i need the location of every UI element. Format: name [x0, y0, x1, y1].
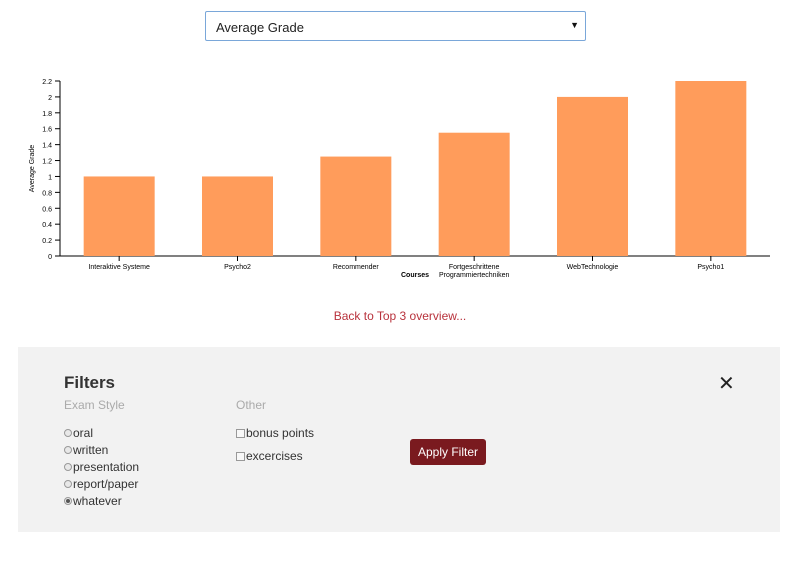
- x-tick-label: Fortgeschrittene: [449, 264, 500, 271]
- radio-label: report/paper: [73, 477, 139, 491]
- y-tick-label: 1.2: [42, 159, 52, 166]
- checkbox[interactable]: [236, 451, 245, 461]
- bar: [675, 81, 747, 256]
- bar: [83, 176, 155, 256]
- radio-button-checked[interactable]: [64, 497, 72, 505]
- y-tick-label: 0: [48, 254, 52, 261]
- chevron-down-icon: ▼: [570, 20, 579, 30]
- radio-whatever[interactable]: whatever: [64, 494, 122, 508]
- filters-title: Filters: [64, 373, 116, 392]
- y-tick-label: 0.4: [42, 222, 52, 229]
- bar: [320, 156, 392, 256]
- checkbox-bonus-points[interactable]: bonus points: [236, 426, 314, 440]
- y-tick-label: 1.4: [42, 143, 52, 150]
- bar: [438, 132, 510, 256]
- other-heading: Other: [236, 398, 267, 412]
- radio-presentation[interactable]: presentation: [64, 460, 139, 474]
- x-tick-label: Psycho1: [697, 264, 724, 271]
- close-icon[interactable]: ✕: [718, 371, 735, 396]
- checkbox-excercises[interactable]: excercises: [236, 449, 303, 463]
- apply-filter-button[interactable]: Apply Filter: [410, 439, 486, 465]
- x-tick-label: WebTechnologie: [567, 264, 619, 271]
- radio-report-paper[interactable]: report/paper: [64, 477, 138, 491]
- y-tick-label: 2: [48, 95, 52, 102]
- back-to-top3-link[interactable]: Back to Top 3 overview...: [0, 309, 800, 323]
- radio-button[interactable]: [64, 463, 72, 471]
- radio-label: written: [73, 443, 109, 457]
- y-tick-label: 0.6: [42, 206, 52, 213]
- metric-select-value: Average Grade: [216, 20, 304, 35]
- x-tick-label: Interaktive Systeme: [88, 264, 150, 271]
- radio-oral[interactable]: oral: [64, 426, 93, 440]
- x-axis-label: Courses: [401, 272, 429, 279]
- radio-label: presentation: [73, 460, 140, 474]
- y-tick-label: 1.8: [42, 111, 52, 118]
- radio-label: whatever: [73, 494, 122, 508]
- checkbox[interactable]: [236, 428, 245, 438]
- exam-style-heading: Exam Style: [64, 398, 125, 412]
- radio-button[interactable]: [64, 480, 72, 488]
- radio-button[interactable]: [64, 446, 72, 454]
- x-tick-label: Programmiertechniken: [439, 272, 510, 279]
- radio-button[interactable]: [64, 429, 72, 437]
- x-tick-label: Recommender: [333, 264, 380, 271]
- bar: [202, 176, 273, 256]
- y-axis-label: Average Grade: [29, 145, 36, 192]
- checkbox-label: bonus points: [246, 426, 315, 440]
- y-tick-label: 0.8: [42, 190, 52, 197]
- y-tick-label: 1: [48, 174, 52, 181]
- metric-select[interactable]: Average Grade ▼: [205, 11, 586, 41]
- filters-panel: Filters ✕ Exam Style Other oral written …: [18, 347, 780, 532]
- checkbox-label: excercises: [246, 449, 303, 463]
- y-tick-label: 2.2: [42, 79, 52, 86]
- radio-written[interactable]: written: [64, 443, 108, 457]
- radio-label: oral: [73, 426, 94, 440]
- y-tick-label: 0.2: [42, 238, 52, 245]
- bar-chart: 0 0.2 0.4 0.6 0.8 1 1.2 1.4 1.6 1.8 2 2.2 Interaktiv…: [29, 79, 770, 279]
- bar: [557, 96, 628, 256]
- x-tick-label: Psycho2: [224, 264, 251, 271]
- y-tick-label: 1.6: [42, 127, 52, 134]
